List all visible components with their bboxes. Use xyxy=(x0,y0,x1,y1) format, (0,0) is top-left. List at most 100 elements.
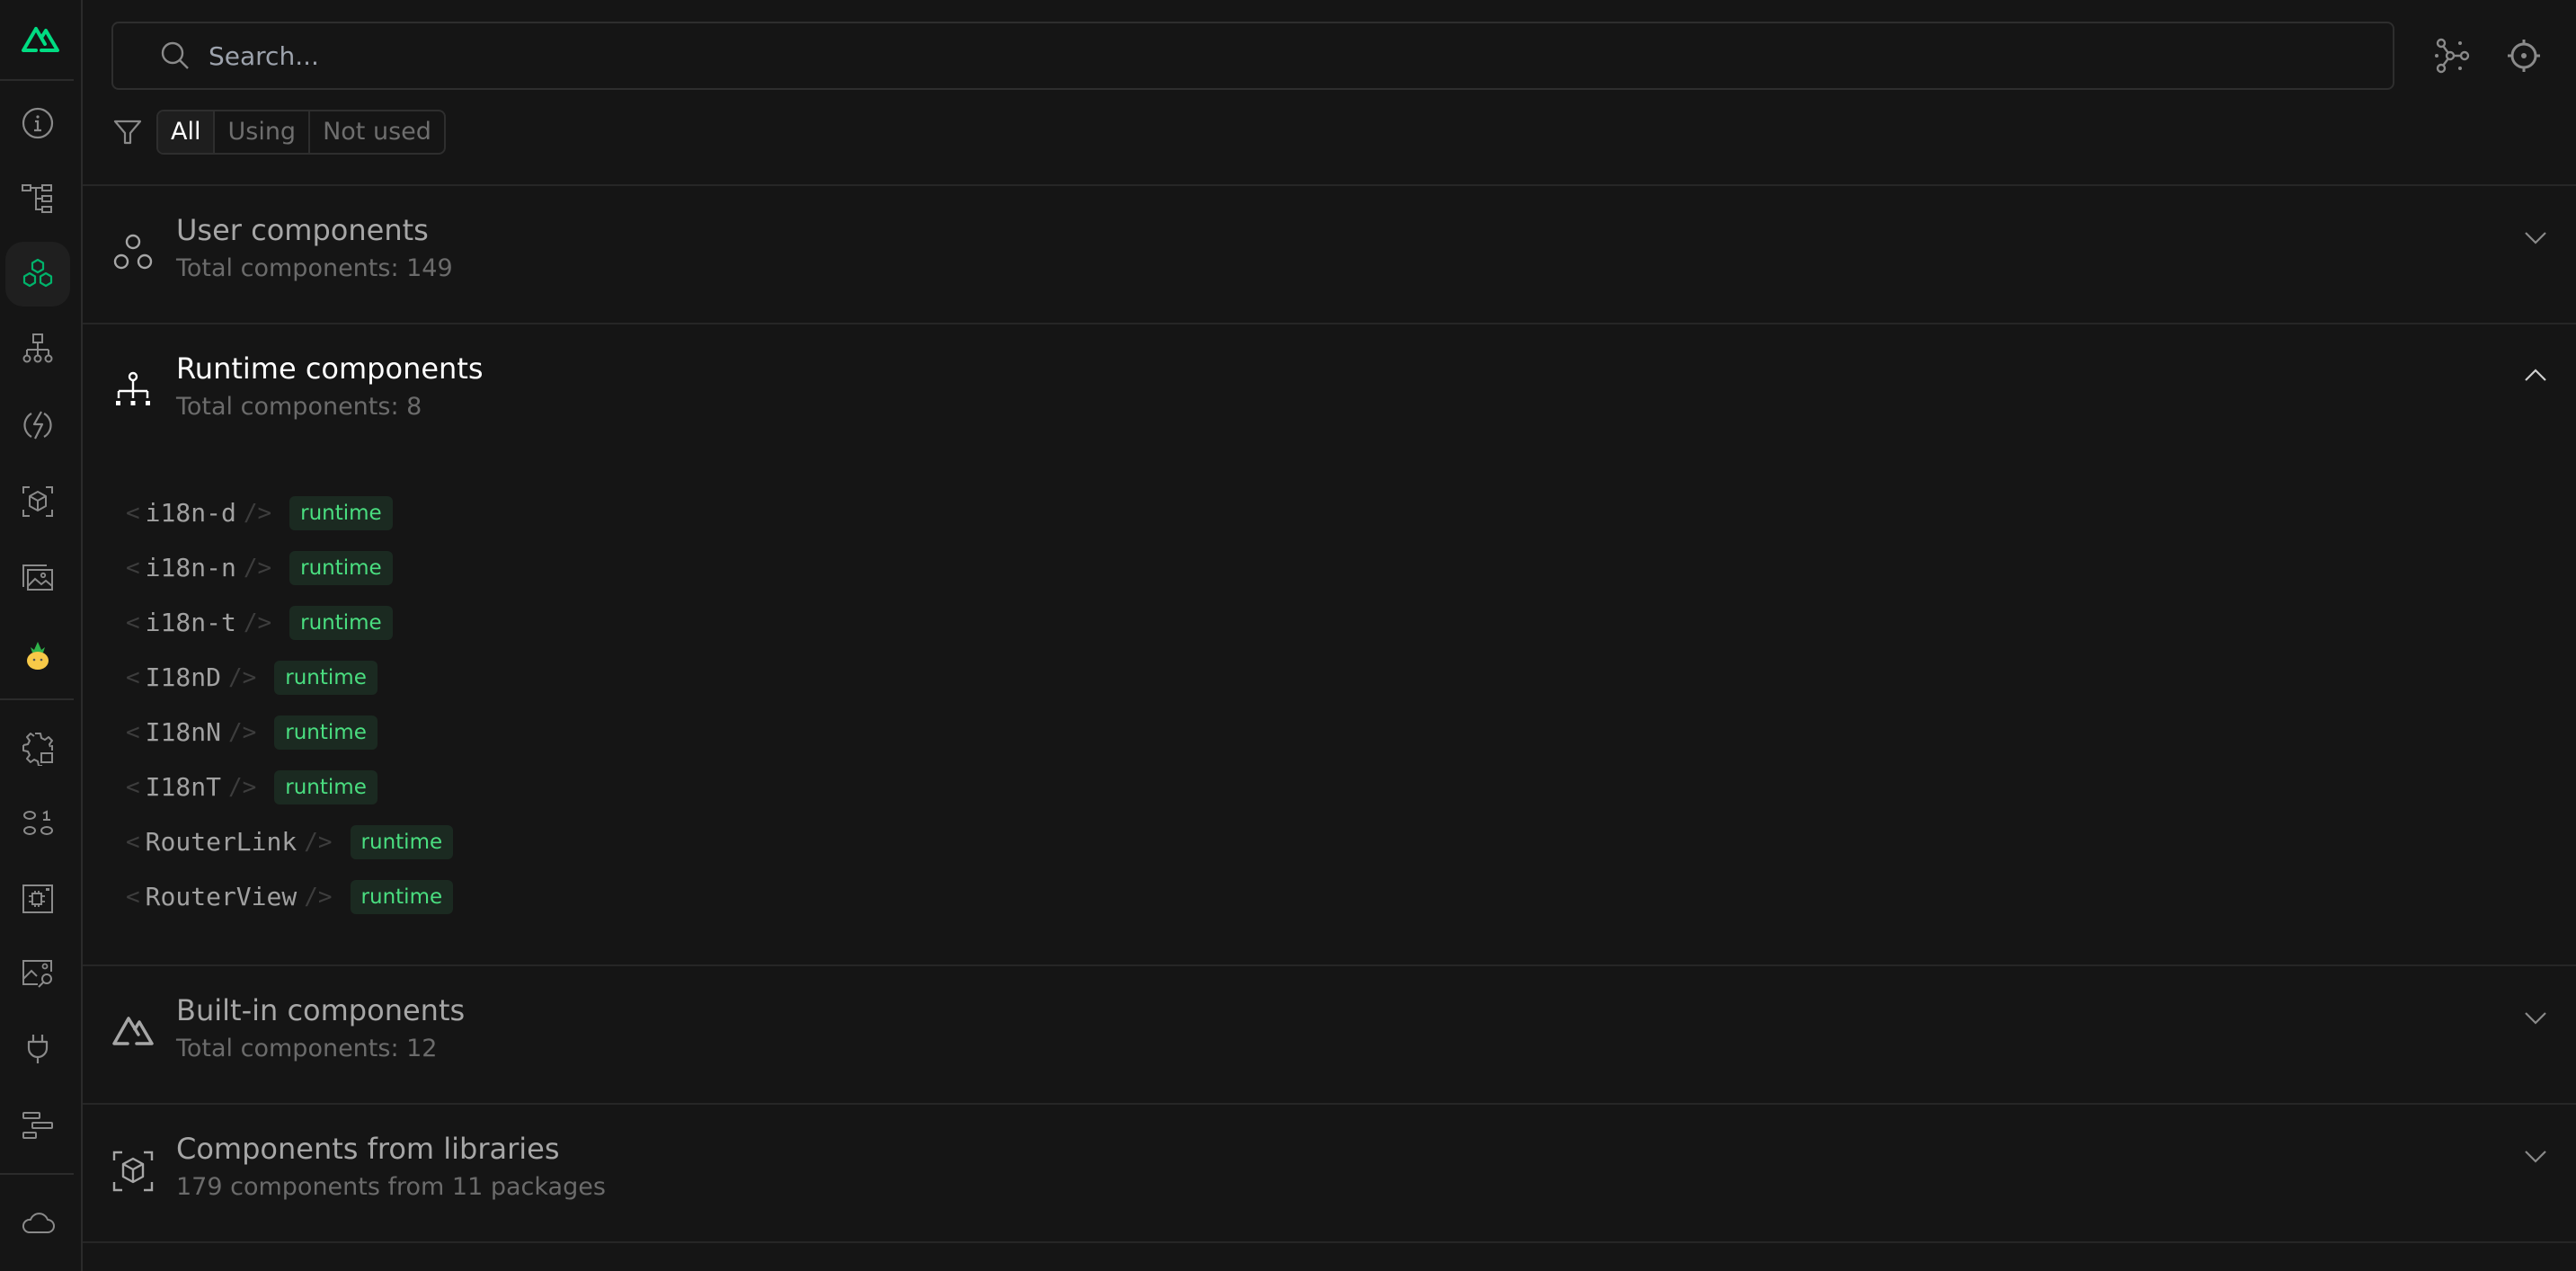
sidebar-item-components[interactable] xyxy=(5,242,70,307)
component-name: i18n-n xyxy=(145,553,236,582)
inspect-button[interactable] xyxy=(2502,34,2545,77)
search-box[interactable] xyxy=(111,22,2394,90)
sitemap-icon xyxy=(116,371,150,405)
cloud-icon xyxy=(22,1213,55,1233)
sidebar-item-hooks[interactable] xyxy=(5,1016,70,1080)
sidebar-item-timeline[interactable] xyxy=(5,1093,70,1158)
section-header[interactable]: Built-in components Total components: 12 xyxy=(83,966,2576,1101)
nuxt-logo-icon[interactable] xyxy=(0,0,81,79)
section-title: User components xyxy=(176,213,429,247)
chevron-down-icon[interactable] xyxy=(2522,1004,2549,1031)
sidebar-item-pinia[interactable] xyxy=(5,622,70,687)
component-item[interactable]: < I18nT/> runtime xyxy=(126,760,453,814)
hierarchy-icon xyxy=(22,333,53,363)
component-item[interactable]: < RouterLink/> runtime xyxy=(126,814,454,869)
tag-open: < xyxy=(126,773,140,801)
search-input[interactable] xyxy=(207,40,2278,72)
runtime-badge: runtime xyxy=(289,605,393,640)
component-item[interactable]: < I18nD/> runtime xyxy=(126,650,453,705)
images-icon xyxy=(22,564,53,591)
tag-open: < xyxy=(126,554,140,582)
tag-open: < xyxy=(126,609,140,636)
components-outline-icon xyxy=(113,234,153,270)
component-name: RouterView xyxy=(145,882,298,911)
section-title: Built-in components xyxy=(176,993,466,1027)
section-subtitle: Total components: 8 xyxy=(176,393,422,421)
section-runtime-components: Runtime components Total components: 8 xyxy=(83,324,2576,964)
component-name: RouterLink xyxy=(145,827,298,857)
divider xyxy=(83,1241,2576,1243)
binary-icon xyxy=(23,810,53,835)
search-icon xyxy=(161,41,189,69)
cube-scan-icon xyxy=(112,1151,154,1192)
chevron-down-icon[interactable] xyxy=(2522,1142,2549,1169)
components-panel: All Using Not used User components Total… xyxy=(83,0,2576,1271)
sidebar-item-server-routes[interactable] xyxy=(5,393,70,458)
tag-close: /> xyxy=(243,554,272,582)
tag-close: /> xyxy=(227,663,257,691)
filter-using[interactable]: Using xyxy=(215,111,311,153)
section-builtin-components: Built-in components Total components: 12 xyxy=(83,966,2576,1103)
section-library-components: Components from libraries 179 components… xyxy=(83,1105,2576,1241)
section-user-components: User components Total components: 149 xyxy=(83,186,2576,323)
plug-icon xyxy=(27,1035,49,1063)
component-name: I18nN xyxy=(145,717,221,747)
tag-open: < xyxy=(126,663,140,691)
info-icon xyxy=(22,107,54,139)
section-subtitle: 179 components from 11 packages xyxy=(176,1173,606,1201)
sidebar-item-runtime-config[interactable] xyxy=(5,791,70,856)
runtime-badge: runtime xyxy=(274,660,378,695)
runtime-badge: runtime xyxy=(289,550,393,585)
runtime-badge: runtime xyxy=(350,824,454,859)
sidebar-item-assets[interactable] xyxy=(5,545,70,609)
image-search-icon xyxy=(22,960,52,988)
filter-all[interactable]: All xyxy=(158,111,216,153)
section-header[interactable]: User components Total components: 149 xyxy=(83,186,2576,321)
sidebar-item-overview[interactable] xyxy=(5,91,70,156)
graph-icon xyxy=(2435,38,2470,74)
tag-close: /> xyxy=(304,883,333,911)
filter-not-used[interactable]: Not used xyxy=(310,111,444,153)
runtime-badge: runtime xyxy=(274,715,378,750)
sidebar-item-inspect[interactable] xyxy=(5,940,70,1005)
runtime-badge: runtime xyxy=(289,495,393,530)
sidebar-item-pages[interactable] xyxy=(5,166,70,231)
component-name: I18nT xyxy=(145,772,221,802)
component-item[interactable]: < RouterView/> runtime xyxy=(126,869,454,924)
section-header[interactable]: Components from libraries 179 components… xyxy=(83,1105,2576,1240)
target-icon xyxy=(2508,40,2540,72)
sidebar-item-settings[interactable] xyxy=(5,715,70,780)
tag-open: < xyxy=(126,718,140,746)
section-header[interactable]: Runtime components Total components: 8 xyxy=(83,324,2576,459)
runtime-badge: runtime xyxy=(350,879,454,914)
component-item[interactable]: < i18n-d/> runtime xyxy=(126,485,453,540)
component-item[interactable]: < I18nN/> runtime xyxy=(126,705,453,760)
tag-close: /> xyxy=(304,828,333,856)
sidebar-item-imports[interactable] xyxy=(5,317,70,382)
sidebar-item-modules[interactable] xyxy=(5,469,70,534)
cube-icon xyxy=(22,486,53,517)
tag-close: /> xyxy=(243,499,272,527)
tag-open: < xyxy=(126,828,140,856)
component-item[interactable]: < i18n-n/> runtime xyxy=(126,540,453,595)
section-title: Components from libraries xyxy=(176,1132,560,1166)
section-subtitle: Total components: 149 xyxy=(176,254,453,282)
components-icon xyxy=(22,258,53,288)
pineapple-icon xyxy=(27,642,49,670)
timeline-icon xyxy=(22,1112,53,1139)
graph-view-button[interactable] xyxy=(2430,34,2474,77)
component-item[interactable]: < i18n-t /> runtime xyxy=(126,595,453,650)
chevron-down-icon[interactable] xyxy=(2522,224,2549,251)
sidebar-item-cloud[interactable] xyxy=(5,1190,70,1255)
tag-close: /> xyxy=(227,773,257,801)
sidebar-item-render-tree[interactable] xyxy=(5,867,70,931)
lightning-icon xyxy=(23,411,52,440)
sidebar-divider xyxy=(0,1173,74,1175)
filter-segmented-control: All Using Not used xyxy=(156,110,446,155)
component-name: I18nD xyxy=(145,662,221,692)
filter-icon xyxy=(113,120,142,145)
filter-bar: All Using Not used xyxy=(111,108,446,156)
section-title: Runtime components xyxy=(176,351,484,386)
chevron-up-icon[interactable] xyxy=(2522,362,2549,389)
tag-open: < xyxy=(126,883,140,911)
